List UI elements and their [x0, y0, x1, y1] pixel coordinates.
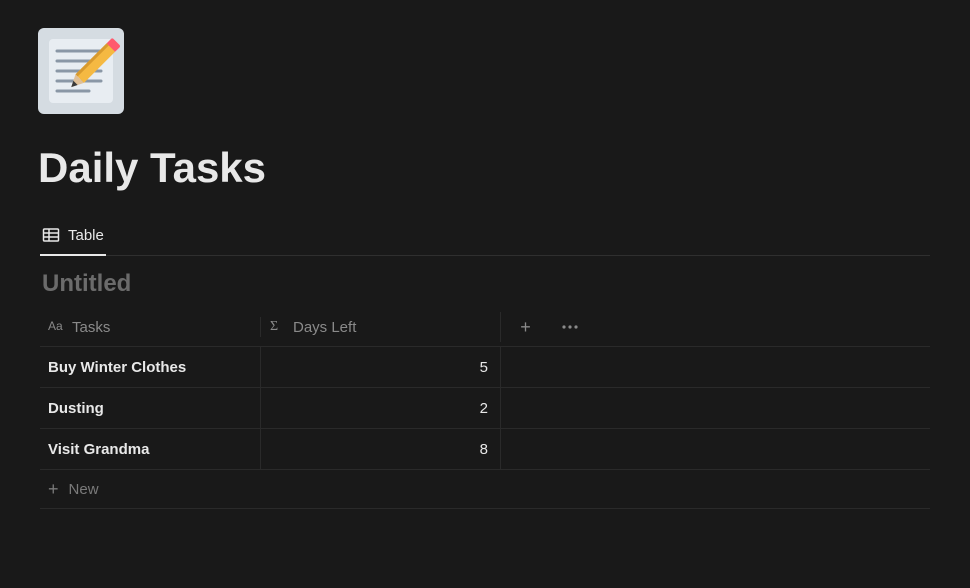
plus-icon: + — [48, 480, 59, 498]
view-title[interactable]: Untitled — [42, 270, 930, 298]
table-header: Aa Tasks Σ Days Left + — [40, 308, 930, 346]
tab-label: Table — [68, 227, 104, 244]
column-label: Tasks — [72, 319, 110, 336]
formula-icon: Σ — [269, 317, 285, 337]
column-header-tasks[interactable]: Aa Tasks — [40, 317, 260, 337]
table-icon — [42, 226, 60, 244]
dots-icon — [561, 325, 579, 329]
table-row[interactable]: Buy Winter Clothes5 — [40, 346, 930, 387]
svg-text:Σ: Σ — [270, 319, 278, 333]
cell-days-left[interactable]: 2 — [260, 388, 500, 428]
cell-tasks[interactable]: Buy Winter Clothes — [40, 359, 260, 376]
tab-table[interactable]: Table — [40, 218, 106, 256]
data-table: Aa Tasks Σ Days Left + — [40, 308, 930, 509]
column-more-button[interactable] — [550, 312, 590, 342]
cell-empty — [500, 388, 930, 428]
table-row[interactable]: Visit Grandma8 — [40, 428, 930, 469]
cell-empty — [500, 347, 930, 387]
cell-tasks[interactable]: Dusting — [40, 400, 260, 417]
plus-icon: + — [520, 318, 531, 336]
page-title[interactable]: Daily Tasks — [38, 144, 930, 192]
memo-pencil-icon — [41, 31, 121, 111]
cell-days-left[interactable]: 5 — [260, 347, 500, 387]
svg-text:Aa: Aa — [48, 319, 63, 333]
text-icon: Aa — [48, 317, 64, 337]
add-column-button[interactable]: + — [500, 312, 550, 342]
tabs-bar: Table — [40, 218, 930, 256]
new-row-label: New — [69, 481, 99, 498]
table-row[interactable]: Dusting2 — [40, 387, 930, 428]
page-icon[interactable] — [38, 28, 124, 114]
new-row-button[interactable]: + New — [40, 469, 930, 509]
cell-days-left[interactable]: 8 — [260, 429, 500, 469]
cell-empty — [500, 429, 930, 469]
cell-tasks[interactable]: Visit Grandma — [40, 441, 260, 458]
column-label: Days Left — [293, 319, 356, 336]
column-header-days-left[interactable]: Σ Days Left — [260, 317, 500, 337]
